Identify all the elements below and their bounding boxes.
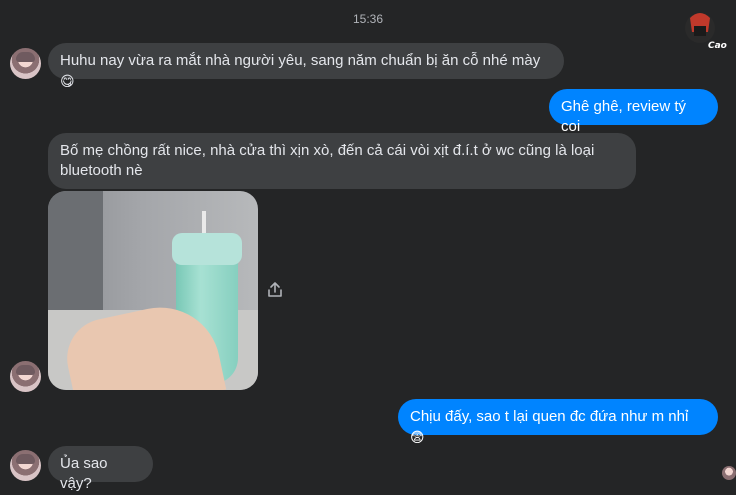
seen-avatar <box>722 466 736 480</box>
watermark-logo: Cao Thủ <box>685 13 728 51</box>
emoji-icon: 😨 <box>410 429 425 445</box>
share-icon[interactable] <box>266 281 284 299</box>
svg-text:Cao Thủ: Cao Thủ <box>708 40 728 51</box>
message-incoming[interactable]: Ủa sao vậy? <box>48 446 153 492</box>
avatar[interactable] <box>10 361 41 392</box>
avatar[interactable] <box>10 450 41 481</box>
message-outgoing[interactable]: Ghê ghê, review tý coi <box>549 89 718 135</box>
message-outgoing[interactable]: Chịu đấy, sao t lại quen đc đứa như m nh… <box>398 399 718 445</box>
message-text: Ủa sao vậy? <box>60 455 108 492</box>
message-photo[interactable] <box>48 191 258 390</box>
message-text: Huhu nay vừa ra mắt nhà người yêu, sang … <box>60 52 541 69</box>
message-incoming[interactable]: Bố mẹ chồng rất nice, nhà cửa thì xịn xò… <box>48 133 636 189</box>
message-incoming[interactable]: Huhu nay vừa ra mắt nhà người yêu, sang … <box>48 43 564 89</box>
message-text: Ghê ghê, review tý coi <box>561 98 687 135</box>
message-text: Bố mẹ chồng rất nice, nhà cửa thì xịn xò… <box>60 142 595 179</box>
timestamp: 15:36 <box>352 12 384 26</box>
avatar[interactable] <box>10 48 41 79</box>
emoji-icon: 😋 <box>60 73 75 89</box>
message-text: Chịu đấy, sao t lại quen đc đứa như m nh… <box>410 408 689 425</box>
